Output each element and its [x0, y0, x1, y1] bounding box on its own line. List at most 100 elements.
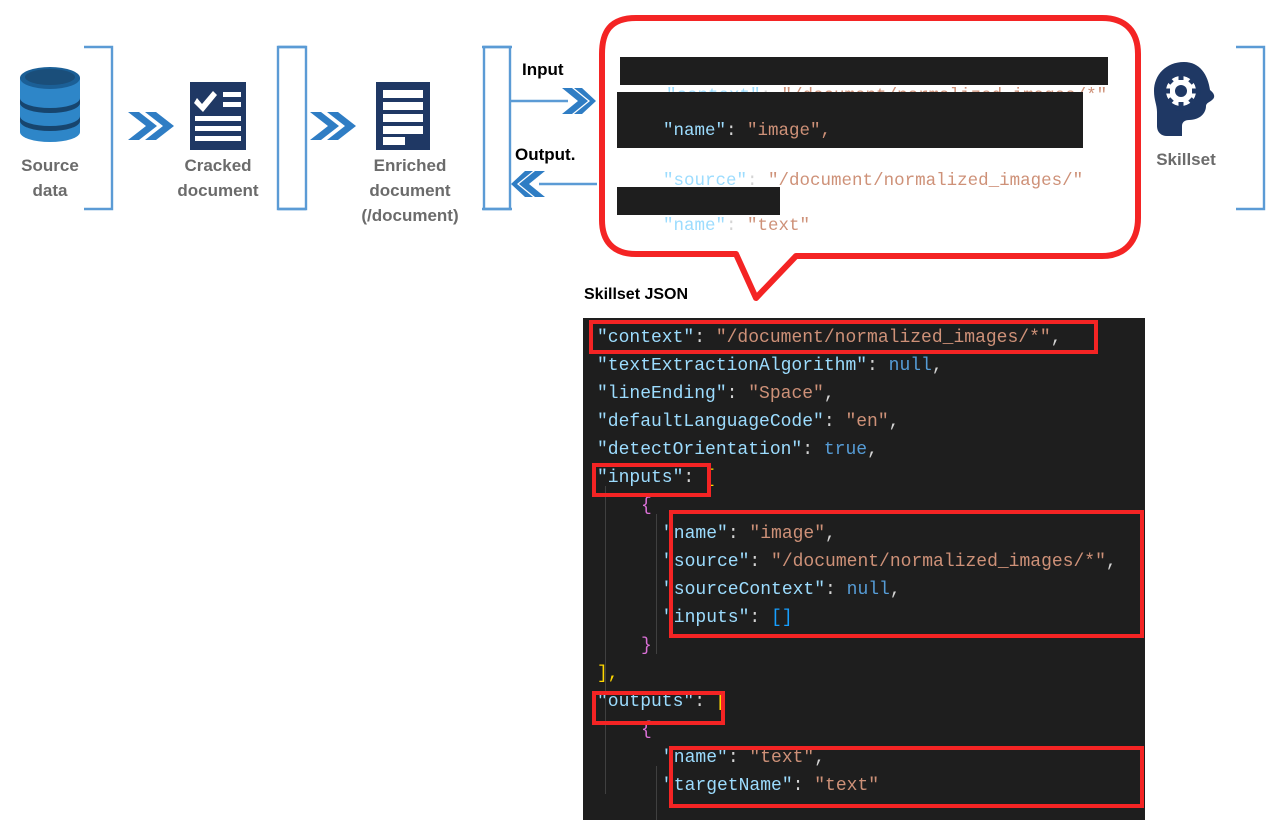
- json-token: null: [846, 580, 890, 600]
- code-line: "name": "text",: [597, 744, 1145, 772]
- code-line: "detectOrientation": true,: [597, 436, 1145, 464]
- json-token: {: [641, 720, 652, 740]
- code-line: "inputs": []: [597, 604, 1145, 632]
- code-line: "outputs": [: [597, 688, 1145, 716]
- callout-snippet-context: "context": "/document/normalized_images/…: [620, 57, 1108, 106]
- json-token: :: [727, 748, 750, 768]
- stage-sublabel-enriched-document: (/document): [361, 206, 459, 225]
- json-token: :: [825, 580, 847, 600]
- json-token: []: [771, 608, 793, 628]
- json-token: "image": [749, 524, 826, 544]
- json-token: [: [705, 468, 716, 488]
- json-token: :: [867, 356, 889, 376]
- code-line: {: [597, 716, 1145, 744]
- json-token: null: [888, 356, 932, 376]
- json-token: true: [823, 440, 868, 460]
- json-token: ,: [825, 524, 836, 544]
- brain-gear-icon: [1154, 62, 1215, 136]
- json-token: "inputs": [597, 468, 684, 488]
- bracket-enriched-left: [276, 45, 306, 211]
- json-token: "outputs": [597, 692, 695, 712]
- json-token: "text": [749, 748, 815, 768]
- skillset-json-code-panel: "context": "/document/normalized_images/…: [583, 318, 1145, 820]
- json-token: "text": [814, 776, 880, 796]
- stage-label-skillset: Skillset: [1156, 150, 1216, 169]
- checklist-document-icon: [190, 82, 246, 150]
- json-token: ,: [1050, 328, 1062, 348]
- code-line: "name": "image",: [597, 520, 1145, 548]
- stage-label-source-data: Source data: [21, 156, 79, 200]
- json-token: ,: [867, 440, 878, 460]
- json-token: :: [726, 384, 749, 404]
- json-token: ,: [814, 748, 826, 768]
- json-token: [: [715, 692, 727, 712]
- document-icon: [376, 82, 430, 150]
- json-token: "en": [845, 412, 889, 432]
- json-string: "text": [747, 216, 811, 236]
- json-token: ,: [823, 384, 835, 404]
- json-key: "name": [663, 121, 727, 141]
- json-token: {: [641, 496, 652, 516]
- code-line: "targetName": "text": [597, 772, 1145, 800]
- json-punct: :: [726, 216, 748, 236]
- code-line: }: [597, 632, 1145, 660]
- arrow-output: [511, 171, 597, 197]
- code-line: "source": "/document/normalized_images/*…: [597, 548, 1145, 576]
- json-token: :: [749, 608, 772, 628]
- json-string: "image",: [747, 121, 832, 141]
- input-label: Input: [522, 60, 564, 79]
- json-token: ],: [597, 664, 619, 684]
- stage-label-cracked-document: Cracked document: [177, 156, 259, 200]
- skillset-json-caption: Skillset JSON: [584, 286, 689, 303]
- stage-label-enriched-document: Enriched document: [369, 156, 451, 200]
- json-token: :: [749, 552, 772, 572]
- diagram-canvas: Source data Cracked document Enriched do…: [0, 0, 1268, 820]
- json-token: "Space": [748, 384, 824, 404]
- json-token: "inputs": [663, 608, 750, 628]
- json-punct: :: [726, 121, 748, 141]
- json-token: :: [694, 692, 716, 712]
- arrow-source-to-cracked: [128, 112, 174, 140]
- arrow-cracked-to-enriched: [310, 112, 356, 140]
- code-line: ],: [597, 660, 1145, 688]
- database-icon: [20, 67, 80, 142]
- json-key: "name": [663, 216, 727, 236]
- json-token: "textExtractionAlgorithm": [597, 356, 868, 376]
- code-line: "defaultLanguageCode": "en",: [597, 408, 1145, 436]
- callout-bubble: [599, 15, 1141, 301]
- code-line: "textExtractionAlgorithm": null,: [597, 352, 1145, 380]
- json-token: "/document/normalized_images/*": [771, 552, 1106, 572]
- json-token: }: [641, 636, 652, 656]
- json-token: "detectOrientation": [597, 440, 803, 460]
- code-line: {: [597, 492, 1145, 520]
- bracket-skillset: [1236, 45, 1266, 211]
- json-token: "targetName": [663, 776, 793, 796]
- json-token: :: [694, 328, 716, 348]
- json-token: "defaultLanguageCode": [597, 412, 824, 432]
- code-line: "context": "/document/normalized_images/…: [597, 324, 1145, 352]
- json-token: "lineEnding": [597, 384, 727, 404]
- arrow-input: [510, 88, 596, 114]
- code-line: "lineEnding": "Space",: [597, 380, 1145, 408]
- code-lines: "context": "/document/normalized_images/…: [583, 318, 1145, 800]
- json-token: "/document/normalized_images/*": [715, 328, 1051, 348]
- json-token: ,: [1105, 552, 1117, 572]
- callout-snippet-input-binding: "name": "image", "source": "/document/no…: [617, 92, 1083, 191]
- json-token: ,: [888, 412, 900, 432]
- json-token: ,: [931, 356, 943, 376]
- code-line: "sourceContext": null,: [597, 576, 1145, 604]
- json-token: "name": [663, 748, 728, 768]
- json-token: :: [683, 468, 706, 488]
- json-token: "context": [597, 328, 695, 348]
- json-token: :: [802, 440, 824, 460]
- json-token: ,: [889, 580, 901, 600]
- code-line: "inputs": [: [597, 464, 1145, 492]
- json-string: "/document/normalized_images/": [768, 171, 1084, 191]
- json-token: "source": [663, 552, 750, 572]
- json-token: :: [792, 776, 815, 796]
- json-token: "sourceContext": [663, 580, 826, 600]
- json-token: :: [727, 524, 750, 544]
- output-label: Output.: [515, 145, 576, 164]
- callout-snippet-output-binding: "name": "text": [617, 187, 810, 236]
- json-token: :: [823, 412, 846, 432]
